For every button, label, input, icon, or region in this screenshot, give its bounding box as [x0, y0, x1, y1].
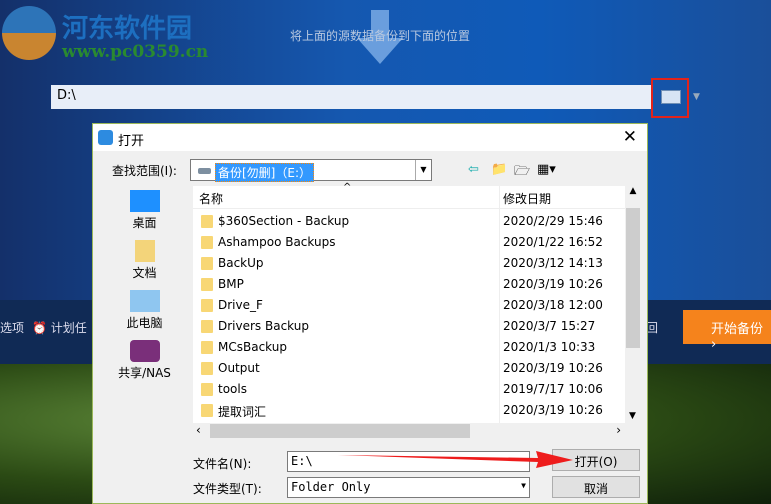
- file-date: 2020/1/3 10:33: [503, 340, 596, 354]
- schedule-link[interactable]: ⏰ 计划任: [32, 319, 87, 336]
- file-row[interactable]: Drive_F 2020/3/18 12:00: [193, 295, 625, 316]
- file-name: tools: [218, 382, 247, 396]
- folder-icon: [201, 404, 213, 417]
- file-date: 2020/3/7 15:27: [503, 319, 596, 333]
- folder-icon: [201, 278, 213, 291]
- place-label: 此电脑: [126, 316, 163, 330]
- file-date: 2020/3/19 10:26: [503, 403, 603, 417]
- filetype-label: 文件类型(T):: [193, 482, 262, 496]
- place-label: 文档: [132, 266, 157, 280]
- folder-icon: [201, 236, 213, 249]
- file-date: 2020/3/19 10:26: [503, 277, 603, 291]
- place-documents[interactable]: 文档: [101, 240, 188, 281]
- back-icon[interactable]: ⇦: [468, 162, 479, 177]
- schedule-label: 计划任: [50, 321, 87, 335]
- path-dropdown-icon[interactable]: ▼: [693, 92, 700, 102]
- folder-icon: [201, 257, 213, 270]
- file-name: Drive_F: [218, 298, 263, 312]
- place-desktop[interactable]: 桌面: [101, 190, 188, 231]
- cancel-button[interactable]: 取消: [552, 476, 640, 498]
- look-in-value: 备份[勿删]（E:）: [215, 163, 314, 182]
- chevron-down-icon[interactable]: ▼: [521, 481, 526, 490]
- file-date: 2020/2/29 15:46: [503, 214, 603, 228]
- view-menu-icon[interactable]: ▦▾: [537, 162, 556, 177]
- computer-icon: [129, 290, 160, 312]
- file-name: Drivers Backup: [218, 319, 309, 333]
- file-row[interactable]: BackUp 2020/3/12 14:13: [193, 253, 625, 274]
- desktop-icon: [129, 190, 160, 212]
- file-name: $360Section - Backup: [218, 214, 350, 228]
- place-label: 共享/NAS: [118, 366, 171, 380]
- file-name: 提取词汇: [218, 405, 267, 419]
- file-name: Output: [218, 361, 260, 375]
- close-icon[interactable]: ✕: [623, 127, 637, 147]
- file-date: 2020/1/22 16:52: [503, 235, 603, 249]
- file-row[interactable]: MCsBackup 2020/1/3 10:33: [193, 337, 625, 358]
- red-annotation-arrow: [338, 451, 573, 468]
- folder-icon: [201, 341, 213, 354]
- start-backup-button[interactable]: 开始备份 ›: [683, 310, 771, 352]
- file-date: 2020/3/12 14:13: [503, 256, 603, 270]
- place-nas[interactable]: 共享/NAS: [101, 340, 188, 381]
- folder-icon: [201, 383, 213, 396]
- file-row[interactable]: tools 2019/7/17 10:06: [193, 379, 625, 400]
- filename-label: 文件名(N):: [193, 457, 252, 471]
- column-date[interactable]: 修改日期: [503, 190, 551, 207]
- up-folder-icon[interactable]: 📁: [491, 162, 507, 177]
- folder-icon: [201, 215, 213, 228]
- sort-asc-icon: ^: [343, 182, 352, 193]
- file-row[interactable]: Drivers Backup 2020/3/7 15:27: [193, 316, 625, 337]
- scroll-thumb[interactable]: [210, 424, 470, 438]
- destination-path-input[interactable]: D:\: [51, 85, 651, 109]
- network-globe-icon: [129, 340, 160, 362]
- file-name: BackUp: [218, 256, 264, 270]
- file-date: 2019/7/17 10:06: [503, 382, 603, 396]
- file-list[interactable]: 名称 ^ 修改日期 $360Section - Backup 2020/2/29 …: [193, 182, 641, 423]
- new-folder-icon[interactable]: 🗁: [514, 162, 530, 184]
- dialog-app-icon: [98, 130, 113, 145]
- browse-folder-button[interactable]: [651, 78, 689, 118]
- clock-icon: ⏰: [32, 321, 51, 335]
- open-dialog: 打开 ✕ 查找范围(I): 备份[勿删]（E:） ▼ ⇦ 📁 🗁 ▦▾ 桌面 文…: [92, 123, 648, 504]
- vertical-scrollbar[interactable]: ▲ ▼: [625, 186, 641, 423]
- file-name: Ashampoo Backups: [218, 235, 336, 249]
- dialog-titlebar: 打开 ✕: [93, 124, 647, 151]
- scroll-thumb[interactable]: [626, 208, 640, 348]
- file-row[interactable]: Ashampoo Backups 2020/1/22 16:52: [193, 232, 625, 253]
- column-name[interactable]: 名称: [199, 190, 223, 207]
- logo-text: 河东软件园: [62, 14, 193, 44]
- logo-url: www.pc0359.cn: [62, 42, 209, 62]
- filetype-value: Folder Only: [291, 480, 371, 494]
- file-row[interactable]: $360Section - Backup 2020/2/29 15:46: [193, 211, 625, 232]
- look-in-label: 查找范围(I):: [112, 164, 177, 178]
- file-name: MCsBackup: [218, 340, 287, 354]
- file-date: 2020/3/19 10:26: [503, 361, 603, 375]
- place-label: 桌面: [132, 216, 157, 230]
- folder-icon: [201, 320, 213, 333]
- place-this-pc[interactable]: 此电脑: [101, 290, 188, 331]
- folder-icon: [201, 362, 213, 375]
- drive-icon: [198, 168, 211, 174]
- folder-icon: [661, 90, 681, 104]
- folder-icon: [201, 299, 213, 312]
- filetype-select[interactable]: Folder Only ▼: [287, 477, 530, 498]
- file-row[interactable]: Output 2020/3/19 10:26: [193, 358, 625, 379]
- places-bar: 桌面 文档 此电脑 共享/NAS: [101, 186, 188, 451]
- horizontal-scrollbar[interactable]: ‹ ›: [193, 423, 625, 439]
- chevron-down-icon[interactable]: ▼: [415, 160, 431, 180]
- dialog-title: 打开: [118, 134, 145, 149]
- list-header: 名称 ^ 修改日期: [193, 182, 625, 209]
- file-row[interactable]: 提取词汇 2020/3/19 10:26: [193, 400, 625, 421]
- file-name: BMP: [218, 277, 244, 291]
- options-link[interactable]: 选项: [0, 319, 24, 336]
- logo-icon: [2, 6, 56, 60]
- look-in-combo[interactable]: 备份[勿删]（E:） ▼: [190, 159, 432, 182]
- hint-text: 将上面的源数据备份到下面的位置: [290, 29, 471, 43]
- file-row[interactable]: BMP 2020/3/19 10:26: [193, 274, 625, 295]
- file-date: 2020/3/18 12:00: [503, 298, 603, 312]
- documents-icon: [134, 240, 155, 262]
